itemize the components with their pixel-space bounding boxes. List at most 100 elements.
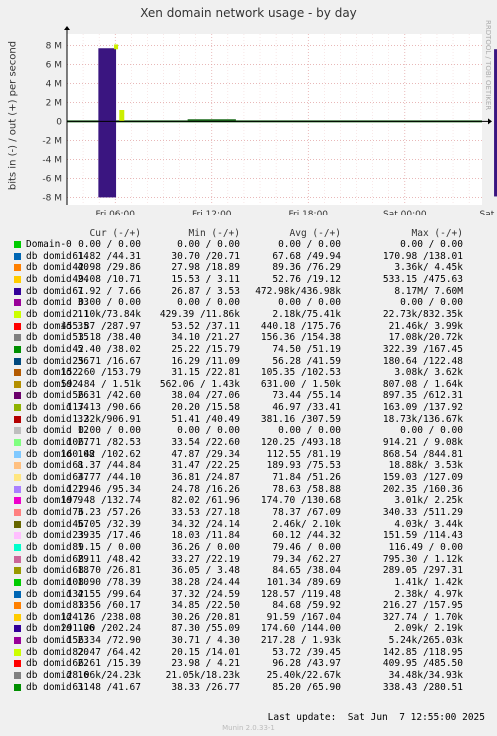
legend-max: 897.35 /612.31 [382,390,463,402]
legend-cur: 76.23 /57.26 [72,506,141,518]
legend-swatch [14,532,21,540]
legend-swatch [14,392,21,400]
legend-avg: 91.59 /167.04 [266,611,341,623]
legend-avg: 101.34 /89.69 [266,576,341,588]
legend-swatch [14,334,21,342]
legend-avg: 96.28 /43.97 [272,658,341,670]
legend-swatch [14,485,21,493]
legend-swatch [14,520,21,528]
legend-row: db domid 41 132.55 /99.64 37.32 /24.59 128.… [0,589,497,600]
legend-min: 36.26 / 0.00 [171,541,240,553]
legend-max: 2.09k/ 2.19k [394,623,463,635]
legend-max: 17.08k/20.72k [388,332,463,344]
legend-avg: 105.35 /102.53 [260,367,341,379]
legend-min: 15.53 / 3.11 [171,273,240,285]
legend-cur: 160.42 /102.62 [60,448,141,460]
y-tick-label: 6 M [46,60,62,70]
spike-top-spike-fri [114,44,119,50]
legend-row: db domid 35 455.87 /287.97 53.52 /37.11 440… [0,321,497,332]
legend-cur: 108.90 /78.39 [66,576,141,588]
y-tick-label: 0 [56,117,62,127]
legend-cur: 68.70 /26.81 [72,565,141,577]
legend-avg: 46.97 /33.41 [272,402,341,414]
legend-min: 47.87 /29.34 [171,448,240,460]
legend-swatch [14,322,21,330]
legend-cur: 61.92 / 7.66 [72,285,141,297]
legend-row: Domain-0 0.00 / 0.00 0.00 / 0.00 0.00 / 0.0… [0,239,497,250]
legend-row: db domid 34 117.13 /90.66 20.20 /15.58 46.9… [0,402,497,413]
legend-min: 33.27 /22.19 [171,553,240,565]
legend-min: 36.81 /24.87 [171,472,240,483]
legend-cur: 42.40 /38.02 [72,343,141,355]
legend-avg: 128.57 /119.48 [260,588,341,600]
legend-avg: 0.00 / 0.00 [278,297,341,309]
x-tick-label: Fri 12:00 [192,210,232,215]
legend-row: db domid 3 76.23 /57.26 33.53 /27.18 78.37 … [0,507,497,518]
legend-header-avg: Avg (-/+) [289,228,341,239]
legend-cur: 28.06k/24.23k [66,670,141,682]
legend-swatch [14,648,21,656]
legend-max: 914.21 / 9.08k [382,437,463,449]
legend-cur: 106.71 /82.53 [66,437,141,449]
legend-header: Cur (-/+) Min (-/+) Avg (-/+) Max (-/+) [0,228,497,239]
legend-row: db domid 39 23.35 /17.46 18.03 /11.84 60.12… [0,530,497,541]
legend-row: db domid 108 160.42 /102.62 47.87 /29.34 11… [0,449,497,460]
legend-avg: 78.63 /58.88 [272,483,341,495]
legend-avg: 174.70 /130.68 [260,495,341,507]
legend-row: db domid 27 106.71 /82.53 33.54 /22.60 120.… [0,437,497,448]
legend-max: 180.64 /122.48 [382,355,463,367]
legend-max: 340.33 /511.29 [382,506,463,518]
legend-max: 795.30 / 1.12k [382,553,463,565]
legend-avg: 2.46k/ 2.10k [272,518,341,530]
legend-cur: 0.00 / 0.00 [78,425,141,437]
legend-cur: 2.10k/73.84k [72,308,141,320]
y-tick-label: 4 M [46,79,62,89]
legend-row: db domid 1 89.15 / 0.00 36.26 / 0.00 79.46 … [0,542,497,553]
legend-avg: 84.65 /38.04 [272,565,341,577]
legend-max: 4.03k/ 3.44k [394,518,463,530]
legend-min: 562.06 / 1.43k [159,378,240,390]
legend-avg: 120.25 /493.18 [260,437,341,449]
legend-max: 5.24k/265.03k [388,635,463,647]
legend-min: 0.00 / 0.00 [177,239,240,250]
plot-area: 8 M 6 M 4 M 2 M 0 -2 M -4 M -6 M -8 M Fri 06:00 Fr… [42,26,497,215]
legend-header-cur: Cur (-/+) [89,228,141,239]
legend-swatch [14,497,21,505]
legend-min: 0.00 / 0.00 [177,297,240,309]
legend-swatch [14,380,21,388]
legend-swatch [14,474,21,481]
legend-min: 38.28 /24.44 [171,576,240,588]
legend-cur: 291.20 /202.24 [60,623,141,635]
legend-cur: 49.08 /10.71 [72,273,141,285]
legend-avg: 217.28 / 1.93k [260,635,341,647]
legend-avg: 89.36 /76.29 [272,262,341,274]
legend-cur: 117.13 /90.66 [66,402,141,414]
spike-spike-fri [98,48,117,198]
legend-cur: 61.82 /44.31 [72,250,141,262]
legend-min: 34.10 /21.27 [171,332,240,344]
legend-row: db domid 9 197.48 /132.74 82.02 /61.96 174.… [0,495,497,506]
legend-swatch [14,241,21,248]
x-tick-label: Sat 00:00 [383,210,427,215]
legend-swatch [14,439,21,447]
legend-cur: 132.55 /99.64 [66,588,141,600]
x-axis-arrow [488,118,492,125]
legend-max: 289.05 /297.31 [382,565,463,577]
legend-min: 30.71 / 4.30 [171,635,240,647]
legend-row: db domid 23 156.34 /72.90 30.71 / 4.30 217.… [0,635,497,646]
legend-row: db domid 18 68.70 /26.81 36.05 / 3.48 84.65… [0,565,497,576]
legend-swatch [14,672,21,680]
legend-max: 21.46k/ 3.99k [388,320,463,332]
x-tick-label: Sat 06:00 [480,210,497,215]
legend-swatch [14,427,21,435]
legend-row: db domid 14 61.82 /44.31 30.70 /20.71 67.68… [0,251,497,262]
legend-swatch [14,567,21,575]
legend-max: 116.49 / 0.00 [388,541,463,553]
legend-cur: 82.47 /64.42 [72,646,141,658]
legend-header-max: Max (-/+) [411,228,463,239]
legend-row: db domid 12 0.00 / 0.00 0.00 / 0.00 0.00 / … [0,425,497,436]
legend-avg: 84.68 /59.92 [272,600,341,612]
legend-cur: 68.11 /48.42 [72,553,141,565]
legend-row: db domid 22 66.61 /15.39 23.98 / 4.21 96.28… [0,658,497,669]
legend-cur: 122.46 /95.34 [66,483,141,495]
